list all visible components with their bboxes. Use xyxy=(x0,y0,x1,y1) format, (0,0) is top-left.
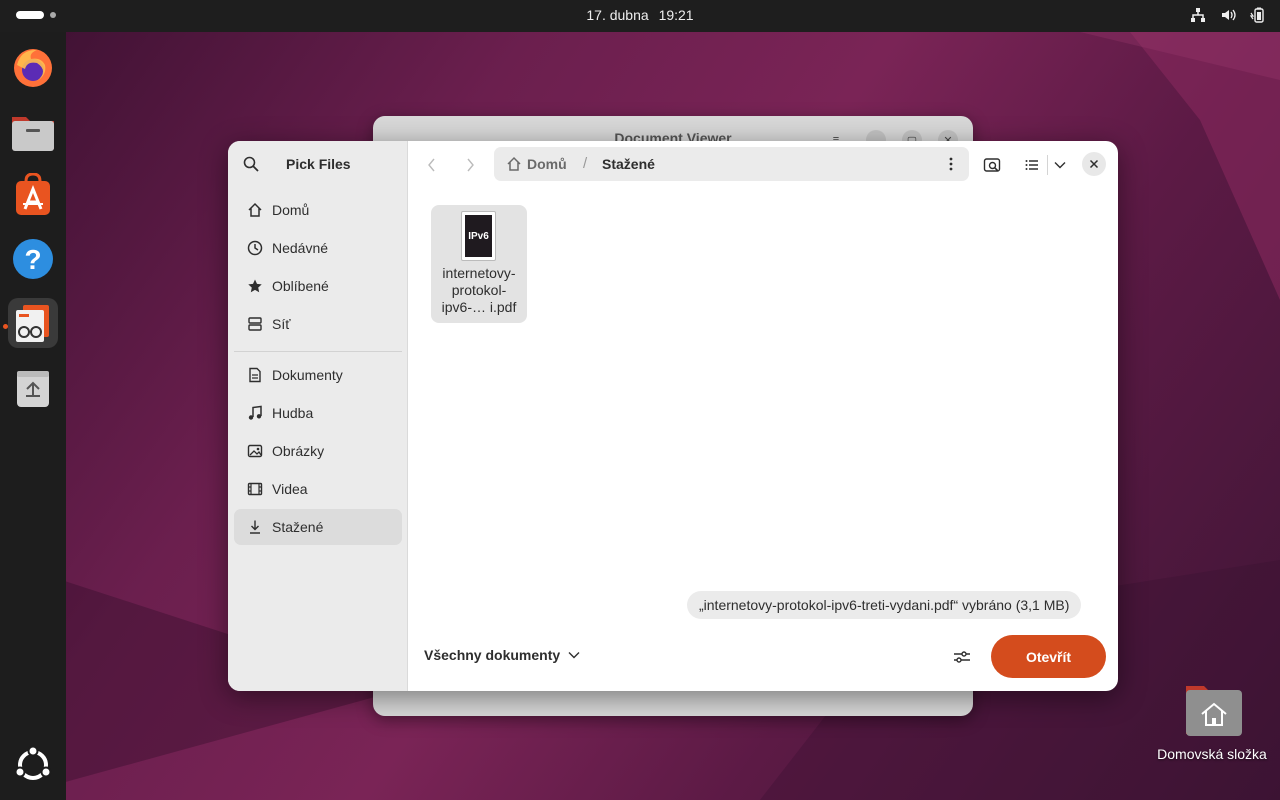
clock[interactable]: 17. dubna 19:21 xyxy=(0,7,1280,23)
home-icon xyxy=(507,156,521,171)
sidebar-item-label: Oblíbené xyxy=(272,278,329,294)
view-mode-button[interactable] xyxy=(1020,153,1044,177)
sidebar-item-home[interactable]: Domů xyxy=(234,192,402,228)
sidebar-item-label: Síť xyxy=(272,316,291,332)
sidebar-item-label: Stažené xyxy=(272,519,324,535)
volume-icon xyxy=(1222,9,1236,21)
dock-firefox[interactable] xyxy=(8,42,58,92)
file-name-line: internetovy- xyxy=(442,265,516,281)
sidebar-item-label: Domů xyxy=(272,202,310,218)
recent-icon xyxy=(247,240,263,256)
sidebar-item-label: Nedávné xyxy=(272,240,329,256)
document-icon xyxy=(249,367,261,383)
desktop-home-folder[interactable]: Domovská složka xyxy=(1150,680,1274,762)
video-icon xyxy=(247,482,263,496)
search-icon[interactable] xyxy=(243,156,259,172)
dock: ? xyxy=(0,32,66,800)
open-button[interactable]: Otevřít xyxy=(991,635,1106,678)
view-options-dropdown[interactable] xyxy=(1048,153,1072,177)
options-button[interactable] xyxy=(950,645,974,669)
file-type-filter[interactable]: Všechny dokumenty xyxy=(424,647,580,663)
image-icon xyxy=(247,444,263,458)
forward-button[interactable] xyxy=(458,153,482,177)
breadcrumb-home-label: Domů xyxy=(527,156,567,172)
pdf-thumbnail: IPv6 xyxy=(461,211,496,261)
back-button[interactable] xyxy=(420,153,444,177)
chevron-right-icon xyxy=(467,158,474,172)
help-icon: ? xyxy=(13,239,53,279)
dock-help[interactable]: ? xyxy=(8,234,58,284)
dock-show-apps[interactable] xyxy=(8,740,58,790)
files-icon xyxy=(12,117,54,151)
sidebar-item-network[interactable]: Síť xyxy=(234,306,402,342)
system-tray[interactable] xyxy=(1190,7,1266,23)
dock-trash[interactable] xyxy=(8,362,58,412)
breadcrumb-separator: / xyxy=(583,155,588,172)
network-icon xyxy=(1191,8,1205,22)
ubuntu-logo-icon xyxy=(14,745,52,780)
trash-icon xyxy=(17,371,49,407)
home-icon xyxy=(248,202,262,217)
clock-time: 19:21 xyxy=(658,7,694,23)
sidebar-item-recent[interactable]: Nedávné xyxy=(234,230,402,266)
breadcrumb-home[interactable]: Domů xyxy=(506,156,567,172)
top-bar: 17. dubna 19:21 xyxy=(0,0,1280,32)
path-menu-button[interactable] xyxy=(939,152,963,176)
close-icon xyxy=(1089,159,1099,169)
app-center-icon xyxy=(16,173,50,215)
sidebar-separator xyxy=(234,351,402,352)
dialog-title: Pick Files xyxy=(286,156,351,172)
network-drive-icon xyxy=(248,317,262,331)
sidebar: Pick Files Domů Nedávné Oblíbené Síť Dok… xyxy=(228,141,408,691)
sidebar-item-label: Obrázky xyxy=(272,443,325,459)
star-icon xyxy=(248,279,262,293)
path-bar[interactable]: Domů / Stažené xyxy=(494,147,969,181)
music-icon xyxy=(248,405,262,420)
document-viewer-icon xyxy=(16,305,49,342)
file-name: internetovy-protokol-ipv6-… i.pdf xyxy=(435,265,523,316)
folder-search-icon xyxy=(983,158,1001,172)
dock-files[interactable] xyxy=(8,106,58,156)
download-icon xyxy=(250,520,260,534)
home-folder-icon xyxy=(1182,680,1242,740)
chevron-down-icon xyxy=(568,652,580,659)
sidebar-item-downloads[interactable]: Stažené xyxy=(234,509,402,545)
svg-text:?: ? xyxy=(24,244,41,275)
sidebar-item-label: Hudba xyxy=(272,405,314,421)
sidebar-item-label: Dokumenty xyxy=(272,367,343,383)
home-folder-label: Domovská složka xyxy=(1157,746,1267,762)
file-picker-dialog: Pick Files Domů Nedávné Oblíbené Síť Dok… xyxy=(228,141,1118,691)
dock-running-indicator xyxy=(3,324,8,329)
firefox-icon xyxy=(14,49,52,87)
sidebar-item-starred[interactable]: Oblíbené xyxy=(234,268,402,304)
close-button[interactable] xyxy=(1082,152,1106,176)
breadcrumb-current[interactable]: Stažené xyxy=(602,156,655,172)
sidebar-item-documents[interactable]: Dokumenty xyxy=(234,357,402,393)
sidebar-item-videos[interactable]: Videa xyxy=(234,471,402,507)
sidebar-item-music[interactable]: Hudba xyxy=(234,395,402,431)
file-item[interactable]: IPv6 internetovy-protokol-ipv6-… i.pdf xyxy=(431,205,527,323)
selection-status: „internetovy-protokol-ipv6-treti-vydani.… xyxy=(687,591,1082,619)
file-name-line: ipv6-… i.pdf xyxy=(441,299,517,315)
more-vertical-icon xyxy=(949,157,953,171)
dock-app-center[interactable] xyxy=(8,170,58,220)
pdf-thumbnail-cover: IPv6 xyxy=(465,215,492,257)
file-name-line: protokol- xyxy=(451,282,507,298)
battery-icon xyxy=(1250,7,1264,23)
clock-date: 17. dubna xyxy=(586,7,649,23)
dock-document-viewer[interactable] xyxy=(8,298,58,348)
chevron-down-icon xyxy=(1054,162,1066,169)
sidebar-item-pictures[interactable]: Obrázky xyxy=(234,433,402,469)
chevron-left-icon xyxy=(428,158,435,172)
list-view-icon xyxy=(1025,160,1038,170)
sidebar-item-label: Videa xyxy=(272,481,308,497)
file-type-filter-label: Všechny dokumenty xyxy=(424,647,561,663)
sidebar-header: Pick Files xyxy=(228,141,408,187)
dialog-header: Domů / Stažené xyxy=(408,141,1118,187)
settings-sliders-icon xyxy=(954,651,970,663)
search-files-button[interactable] xyxy=(980,153,1004,177)
